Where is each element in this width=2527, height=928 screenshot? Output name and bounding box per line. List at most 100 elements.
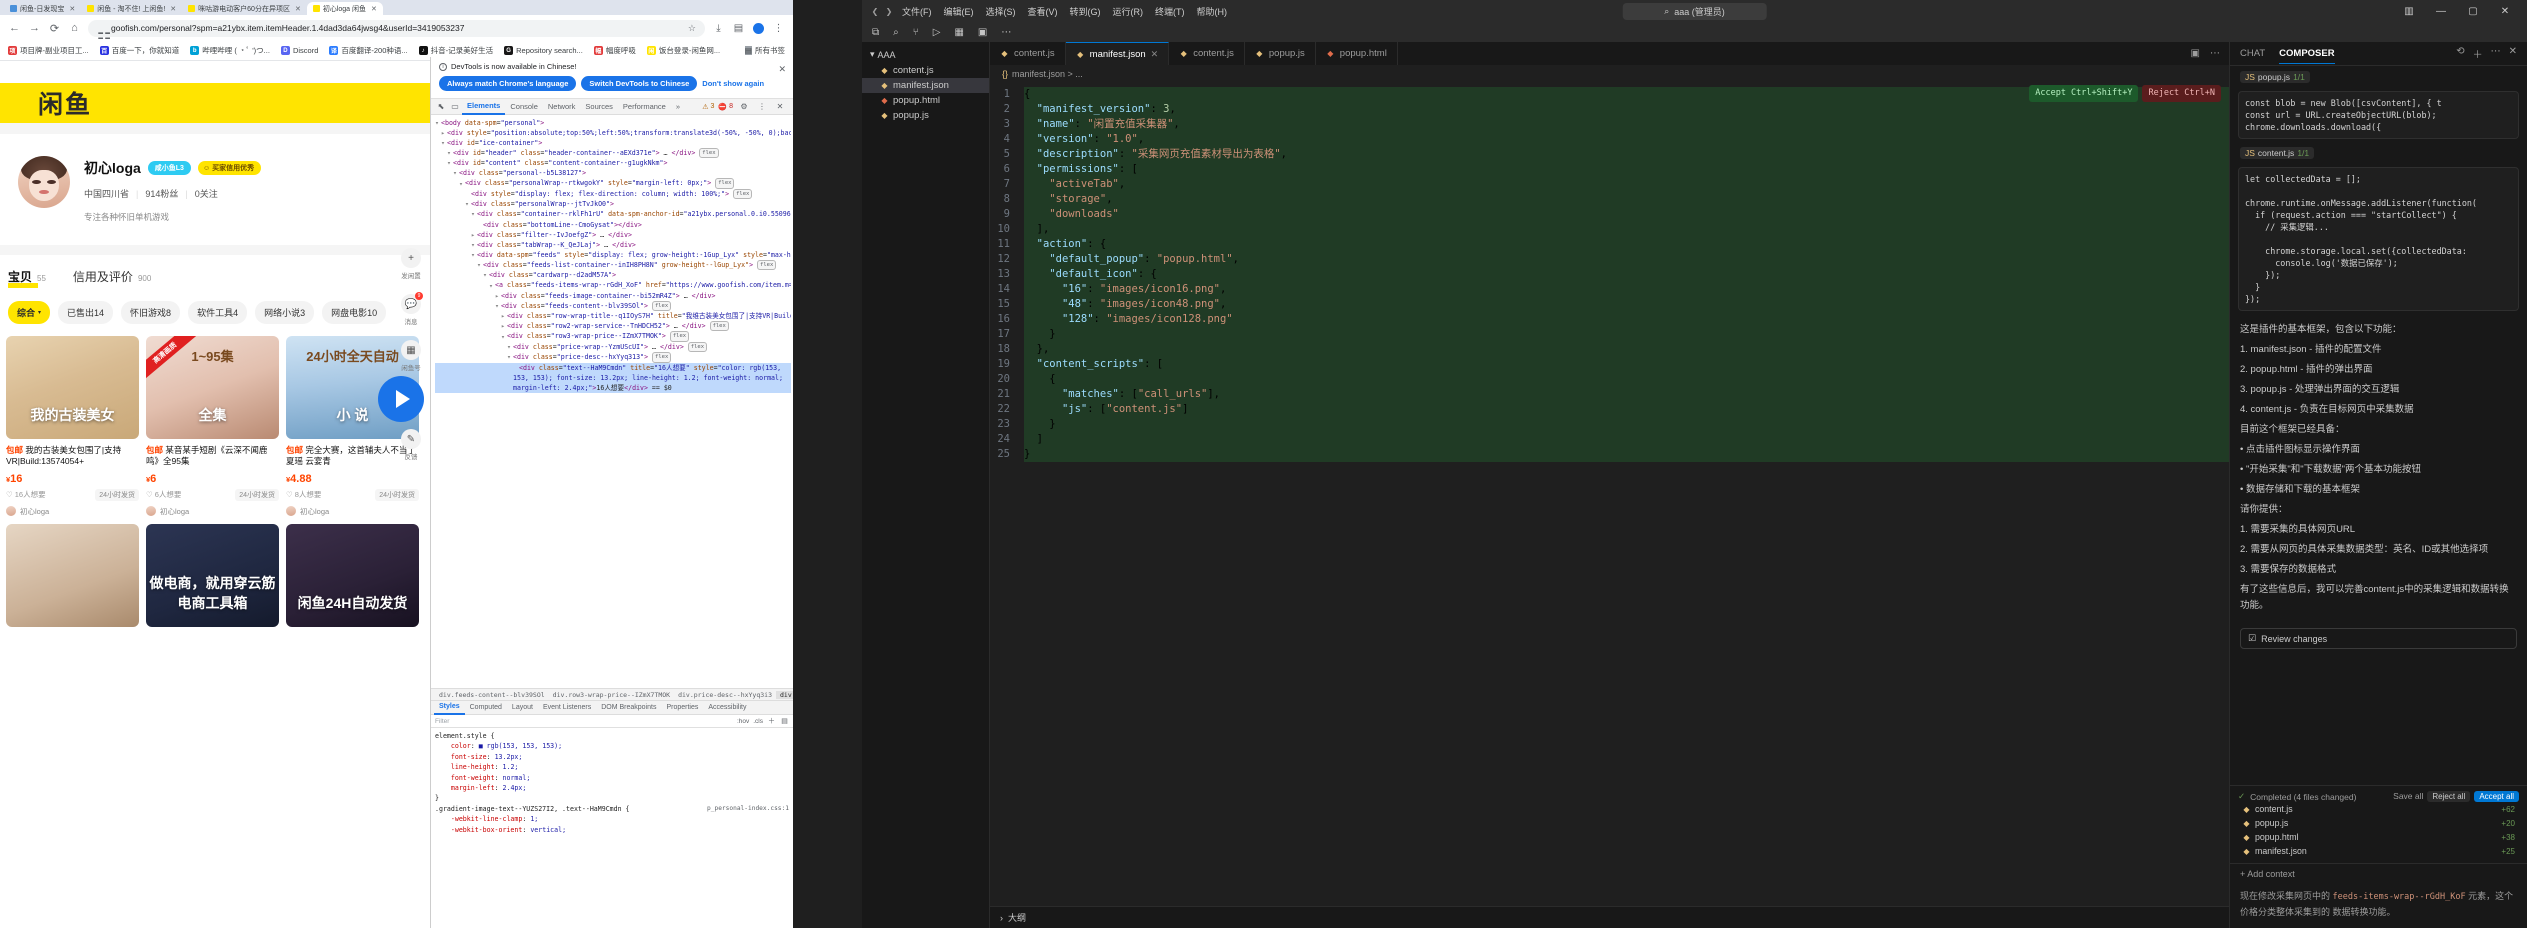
- switch-to-chinese-button[interactable]: Switch DevTools to Chinese: [581, 76, 698, 91]
- breadcrumb-item-1[interactable]: div.row3-wrap-price--IZmX7TMOK: [549, 691, 674, 699]
- editor-tab-3[interactable]: ◆ popup.js: [1244, 42, 1316, 65]
- menu-item-5[interactable]: 运行(R): [1113, 5, 1144, 18]
- dom-node-10[interactable]: <div class="bottomLine--CmoGysat"></div>: [435, 220, 791, 230]
- dom-node-22[interactable]: ▾ <div class="price-wrap--YzmUScUI"> … </…: [435, 341, 791, 353]
- menu-item-4[interactable]: 转到(G): [1070, 5, 1101, 18]
- styles-tab-3[interactable]: Event Listeners: [538, 701, 596, 715]
- close-x-icon[interactable]: ✕: [778, 64, 786, 75]
- dom-node-17[interactable]: ▸ <div class="feeds-image-container--bi52…: [435, 291, 791, 301]
- address-bar[interactable]: ⚏ goofish.com/personal?spm=a21ybx.item.i…: [88, 19, 705, 43]
- message-icon[interactable]: 💬 9: [401, 292, 423, 314]
- profile-fans[interactable]: 914粉丝: [145, 187, 178, 200]
- explorer-root[interactable]: ▾ AAA: [862, 46, 989, 63]
- history-icon[interactable]: ⟲: [2456, 46, 2464, 61]
- css-value[interactable]: ■ rgb(153, 153, 153);: [479, 742, 562, 750]
- code-line[interactable]: }: [1024, 327, 2229, 342]
- style-rule-2[interactable]: font-size: 13.2px;: [435, 752, 789, 762]
- chat-input-draft[interactable]: 现在修改采集网页中的 feeds-items-wrap--rGdH_KoF 元素…: [2230, 884, 2527, 928]
- styles-tab-1[interactable]: Computed: [465, 701, 507, 715]
- code-line[interactable]: "default_popup": "popup.html",: [1024, 252, 2229, 267]
- menu-item-1[interactable]: 编辑(E): [944, 5, 974, 18]
- code-line[interactable]: },: [1024, 342, 2229, 357]
- video-play-button[interactable]: [378, 376, 424, 422]
- chat-tab-composer[interactable]: COMPOSER: [2279, 44, 2335, 64]
- changed-file-content-js[interactable]: ◆ content.js +62: [2238, 802, 2519, 816]
- css-property[interactable]: color: [451, 742, 471, 750]
- css-property[interactable]: margin-left: [451, 784, 495, 792]
- extensions-icon[interactable]: ▦: [954, 27, 963, 38]
- dom-node-12[interactable]: ▾ <div class="tabWrap--K_QeJLaj"> … </div…: [435, 240, 791, 250]
- rail-item-4[interactable]: ✎ 反馈: [399, 429, 423, 461]
- product-card[interactable]: 我的古装美女 包邮 我的古装美女包围了|支持VR|Build:13574054+ ¥…: [6, 336, 139, 517]
- editor-breadcrumb[interactable]: {} manifest.json > ...: [990, 65, 2229, 83]
- reject-all-button[interactable]: Reject all: [2427, 791, 2471, 802]
- product-title[interactable]: 包邮 我的古装美女包围了|支持VR|Build:13574054+: [6, 445, 139, 468]
- error-count[interactable]: ⛔ 8: [718, 103, 733, 111]
- reject-changes-button[interactable]: Reject Ctrl+N: [2142, 85, 2221, 102]
- close-x-icon[interactable]: ✕: [773, 100, 787, 114]
- layout-icon[interactable]: ▥: [2393, 0, 2425, 22]
- outline-panel-header[interactable]: › 大纲: [990, 906, 2229, 928]
- dom-node-1[interactable]: ▸ <div style="position:absolute;top:50%;l…: [435, 128, 791, 138]
- feedback-icon[interactable]: ✎: [401, 429, 421, 449]
- bookmark-item-0[interactable]: 项项目牌-副业项目工...: [8, 45, 89, 56]
- code-editor[interactable]: Accept Ctrl+Shift+Y Reject Ctrl+N 123456…: [990, 83, 2229, 906]
- context-chip-content-js[interactable]: JS content.js 1/1: [2240, 147, 2315, 159]
- bookmark-star-icon[interactable]: ☆: [688, 23, 696, 34]
- code-line[interactable]: "storage",: [1024, 192, 2229, 207]
- breadcrumb-item-0[interactable]: div.feeds-content--blv39SOl: [435, 691, 549, 699]
- css-value[interactable]: normal;: [503, 774, 531, 782]
- home-icon[interactable]: ⌂: [68, 22, 81, 35]
- devtools-tab-2[interactable]: Network: [543, 99, 581, 115]
- browser-tab-2[interactable]: 咪咕游电动客户60分在异项区 ✕: [182, 2, 307, 15]
- code-line[interactable]: "content_scripts": [: [1024, 357, 2229, 372]
- copy-icon[interactable]: ▤: [780, 717, 789, 726]
- seller-row[interactable]: 初心loga: [6, 506, 139, 517]
- dom-node-9[interactable]: ▾ <div class="container--rklFh1rU" data-s…: [435, 209, 791, 219]
- split-editor-icon[interactable]: ▣: [978, 27, 987, 38]
- style-rule-4[interactable]: font-weight: normal;: [435, 773, 789, 783]
- source-control-icon[interactable]: ⑂: [913, 27, 919, 38]
- extensions-icon[interactable]: ▤: [732, 22, 745, 35]
- back-arrow-icon[interactable]: ❮: [868, 4, 882, 18]
- maximize-icon[interactable]: ▢: [2457, 0, 2489, 22]
- dom-node-15[interactable]: ▾ <div class="cardwarp--d2adM57A">: [435, 270, 791, 280]
- dom-node-3[interactable]: ▾ <div id="header" class="header-containe…: [435, 148, 791, 159]
- filter-chip-0[interactable]: 综合 ▾: [8, 301, 51, 324]
- dom-node-2[interactable]: ▾ <div id="ice-container">: [435, 138, 791, 148]
- code-line[interactable]: "activeTab",: [1024, 177, 2229, 192]
- forward-arrow-icon[interactable]: →: [28, 22, 41, 35]
- goofish-tab-0[interactable]: 宝贝 55: [8, 268, 46, 291]
- browser-tab-1[interactable]: 闲鱼 - 淘不住! 上闲鱼! ✕: [81, 2, 182, 15]
- styles-tab-4[interactable]: DOM Breakpoints: [596, 701, 661, 715]
- bookmark-item-6[interactable]: G Repository search...: [504, 46, 583, 55]
- styles-tab-0[interactable]: Styles: [434, 701, 465, 715]
- bookmark-item-5[interactable]: ♪ 抖音-记录美好生活: [418, 45, 493, 56]
- dom-node-13[interactable]: ▾ <div data-spm="feeds" style="display: f…: [435, 250, 791, 260]
- goofish-logo[interactable]: 闲鱼: [38, 85, 92, 121]
- site-info-icon[interactable]: ⚏: [97, 24, 111, 43]
- rail-item-2[interactable]: ▦ 闲鱼号: [399, 340, 423, 372]
- chat-tab-chat[interactable]: CHAT: [2240, 44, 2265, 63]
- explorer-file-popup-js[interactable]: ◆ popup.js: [862, 108, 989, 123]
- code-line[interactable]: "default_icon": {: [1024, 267, 2229, 282]
- editor-tab-1[interactable]: ◆ manifest.json ✕: [1065, 42, 1170, 65]
- menu-item-7[interactable]: 帮助(H): [1197, 5, 1228, 18]
- seller-row[interactable]: 初心loga: [286, 506, 419, 517]
- css-value[interactable]: 1;: [530, 815, 538, 823]
- dom-node-14[interactable]: ▾ <div class="feeds-list-container--inIH8…: [435, 259, 791, 271]
- debug-icon[interactable]: ▷: [933, 27, 941, 38]
- class-toggle[interactable]: .cls: [753, 718, 763, 725]
- code-line[interactable]: "48": "images/icon48.png",: [1024, 297, 2229, 312]
- close-x-icon[interactable]: ✕: [2489, 0, 2521, 22]
- minimize-icon[interactable]: —: [2425, 0, 2457, 22]
- css-property[interactable]: -webkit-line-clamp: [451, 815, 522, 823]
- search-input[interactable]: ⌕ aaa (管理员): [1622, 2, 1767, 20]
- css-property[interactable]: font-size: [451, 753, 487, 761]
- dont-show-again-button[interactable]: Don't show again: [702, 79, 764, 88]
- code-line[interactable]: "name": "闲置充值采集器",: [1024, 117, 2229, 132]
- warning-count[interactable]: ⚠ 3: [702, 103, 714, 111]
- ellipsis-icon[interactable]: ⋯: [2491, 46, 2501, 61]
- product-card[interactable]: [6, 523, 139, 627]
- ellipsis-icon[interactable]: ⋯: [2210, 48, 2220, 59]
